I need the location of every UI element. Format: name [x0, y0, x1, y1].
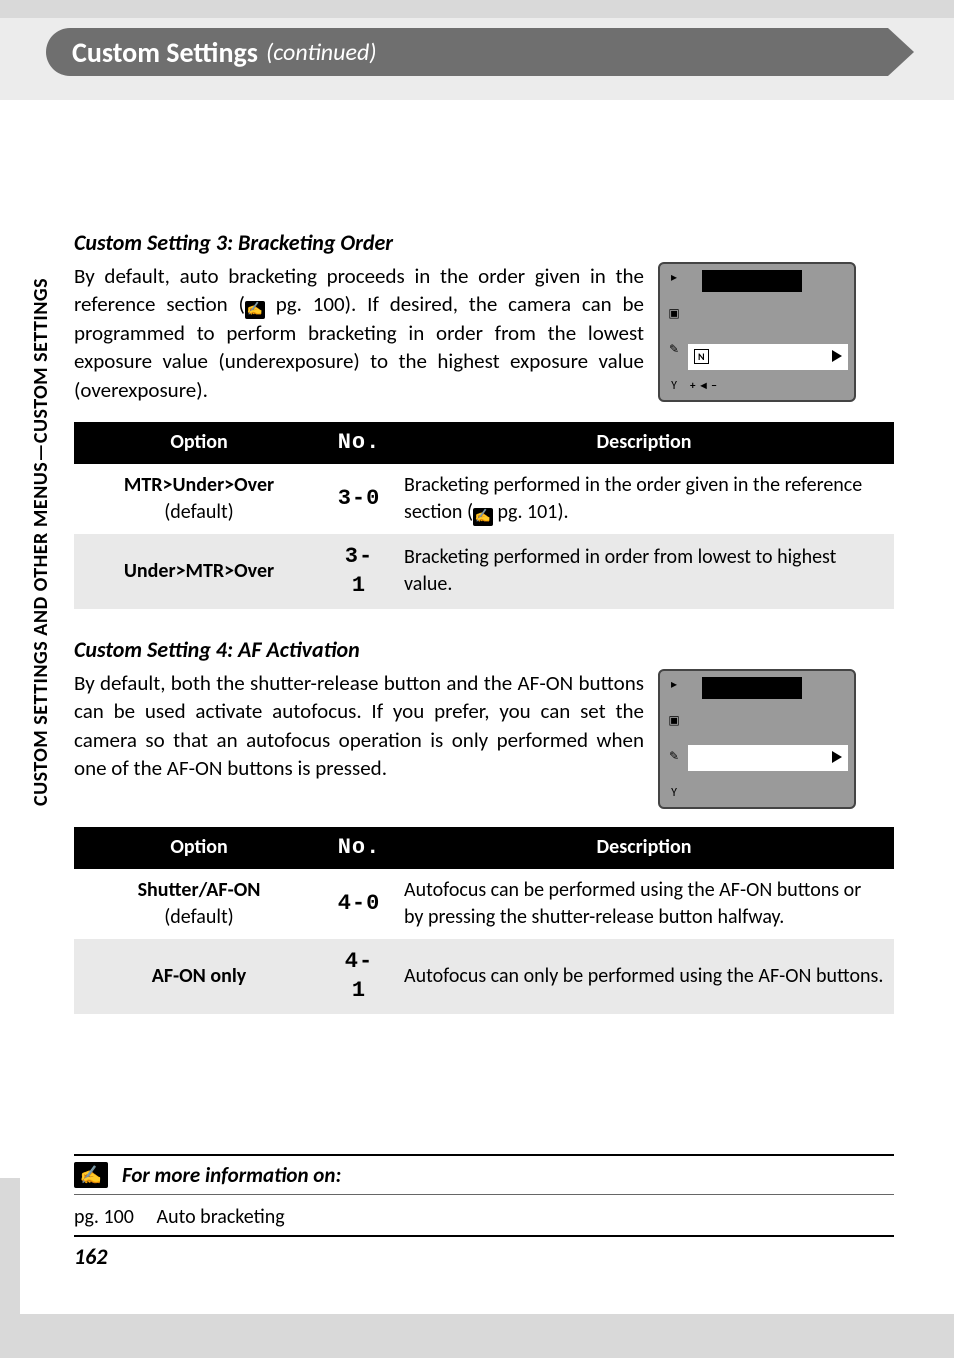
page-number: 162	[74, 1243, 894, 1270]
reference-icon: ✍	[473, 508, 493, 526]
table-row: Under>MTR>Over 3- 1 Bracketing performed…	[74, 534, 894, 609]
section-heading-4: Custom Setting 4: AF Activation	[74, 635, 894, 665]
opt-no: 4-0	[324, 869, 394, 939]
th-no: No.	[324, 827, 394, 869]
table-row: MTR>Under>Over (default) 3-0 Bracketing …	[74, 464, 894, 534]
th-desc: Description	[394, 827, 894, 869]
wrench-icon: Y	[664, 785, 684, 801]
pencil-icon: ✎	[664, 749, 684, 765]
opt-no: 3-0	[324, 464, 394, 534]
info-heading-row: ✍ For more information on:	[74, 1154, 894, 1195]
desc-post: pg. 101).	[493, 500, 569, 524]
info-heading: For more information on:	[122, 1162, 341, 1188]
menu-thumbnail-af: ▸ ▣ ✎ Y	[658, 669, 856, 809]
opt-no: 3- 1	[324, 534, 394, 609]
table-row: AF-ON only 4- 1 Autofocus can only be pe…	[74, 939, 894, 1014]
camera-icon: ▣	[664, 713, 684, 729]
opt-name: Under>MTR>Over	[84, 558, 314, 585]
table-row: Shutter/AF-ON (default) 4-0 Autofocus ca…	[74, 869, 894, 939]
reference-icon: ✍	[74, 1162, 108, 1188]
thumb-highlight-row	[688, 745, 848, 771]
opt-name: AF-ON only	[84, 963, 314, 990]
bracket-scale: + ◄ −	[690, 379, 717, 394]
playback-icon: ▸	[664, 677, 684, 693]
n-badge: N	[694, 349, 709, 365]
opt-desc: Autofocus can only be performed using th…	[394, 939, 894, 1014]
th-option: Option	[74, 827, 324, 869]
opt-sub: (default)	[84, 499, 314, 526]
thumb-highlight-row: N	[688, 344, 848, 370]
section-heading-3: Custom Setting 3: Bracketing Order	[74, 228, 894, 258]
page-title-continued: (continued)	[266, 38, 377, 67]
opt-sub: (default)	[84, 904, 314, 931]
wrench-icon: Y	[664, 378, 684, 394]
page-title: Custom Settings	[72, 35, 258, 70]
opt-desc: Bracketing performed in order from lowes…	[394, 534, 894, 609]
footer-block: ✍ For more information on: pg. 100 Auto …	[74, 1154, 894, 1270]
thumb-icon-column: ▸ ▣ ✎ Y	[664, 677, 684, 801]
info-text: Auto bracketing	[157, 1205, 285, 1229]
section-3-intro: By default, auto bracketing proceeds in …	[74, 262, 644, 404]
side-section-label: CUSTOM SETTINGS AND OTHER MENUS—CUSTOM S…	[28, 278, 54, 998]
content-area: CUSTOM SETTINGS AND OTHER MENUS—CUSTOM S…	[0, 100, 954, 1314]
thumb-title-bar	[702, 270, 802, 292]
section-4-intro-row: By default, both the shutter-release but…	[74, 669, 894, 809]
opt-no: 4- 1	[324, 939, 394, 1014]
chevron-right-icon	[832, 751, 842, 763]
playback-icon: ▸	[664, 270, 684, 286]
opt-name: Shutter/AF-ON	[84, 877, 314, 904]
th-desc: Description	[394, 422, 894, 464]
th-no: No.	[324, 422, 394, 464]
opt-name: MTR>Under>Over	[84, 472, 314, 499]
main-column: Custom Setting 3: Bracketing Order By de…	[74, 228, 894, 1040]
table-bracketing-order: Option No. Description MTR>Under>Over (d…	[74, 422, 894, 609]
thumb-title-bar	[702, 677, 802, 699]
thumb-icon-column: ▸ ▣ ✎ Y	[664, 270, 684, 394]
opt-desc: Bracketing performed in the order given …	[394, 464, 894, 534]
menu-thumbnail-bracketing: ▸ ▣ ✎ Y N + ◄ −	[658, 262, 856, 402]
section-3-intro-row: By default, auto bracketing proceeds in …	[74, 262, 894, 404]
opt-desc: Autofocus can be performed using the AF-…	[394, 869, 894, 939]
th-option: Option	[74, 422, 324, 464]
table-af-activation: Option No. Description Shutter/AF-ON (de…	[74, 827, 894, 1014]
camera-icon: ▣	[664, 306, 684, 322]
pencil-icon: ✎	[664, 342, 684, 358]
side-thumb-tab	[0, 1178, 20, 1358]
info-pg: pg. 100	[74, 1205, 152, 1229]
section-4-intro: By default, both the shutter-release but…	[74, 669, 644, 782]
reference-icon: ✍	[245, 301, 265, 319]
chevron-right-icon	[832, 350, 842, 362]
info-line: pg. 100 Auto bracketing	[74, 1195, 894, 1237]
page-header: Custom Settings (continued)	[46, 28, 888, 76]
